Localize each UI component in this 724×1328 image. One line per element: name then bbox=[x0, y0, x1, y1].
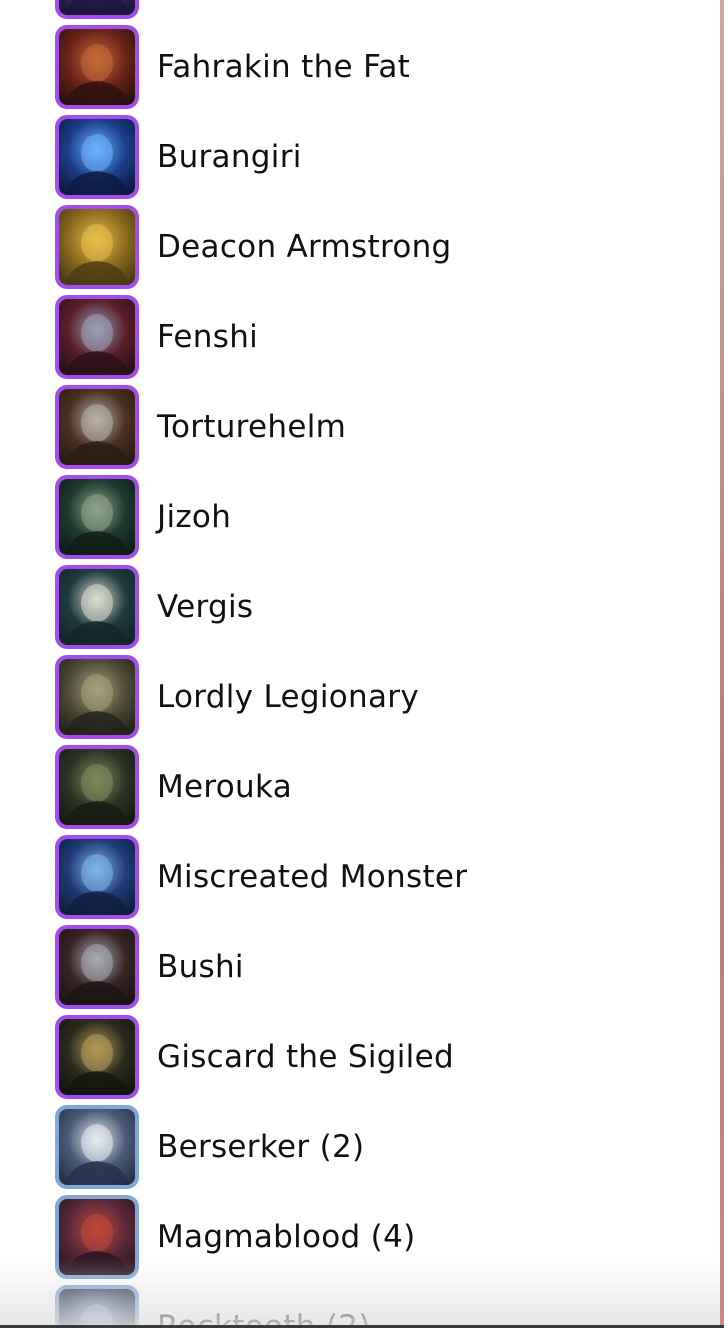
champion-list-item[interactable]: Giscard the Sigiled bbox=[55, 1012, 467, 1102]
champion-list-item[interactable]: Miscreated Monster bbox=[55, 832, 467, 922]
champion-list-item[interactable]: Burangiri bbox=[55, 112, 467, 202]
champion-portrait-icon bbox=[59, 659, 135, 735]
champion-portrait-icon bbox=[59, 479, 135, 555]
window-edge bbox=[720, 0, 724, 1328]
champion-portrait-icon bbox=[59, 1199, 135, 1275]
champion-portrait-icon bbox=[59, 209, 135, 285]
champion-avatar[interactable] bbox=[55, 1015, 139, 1099]
champion-name: Torturehelm bbox=[157, 409, 347, 445]
champion-list-item[interactable]: Vergis bbox=[55, 562, 467, 652]
champion-list-item[interactable]: Torturehelm bbox=[55, 382, 467, 472]
champion-list-viewport[interactable]: Fahrakin the Fat Burangiri Deacon Armstron… bbox=[0, 0, 720, 1328]
champion-portrait-icon bbox=[59, 299, 135, 375]
champion-avatar[interactable] bbox=[55, 565, 139, 649]
champion-portrait-icon bbox=[59, 119, 135, 195]
champion-list-item[interactable]: Bushi bbox=[55, 922, 467, 1012]
champion-avatar[interactable] bbox=[55, 115, 139, 199]
champion-portrait-icon bbox=[59, 0, 135, 15]
champion-name: Merouka bbox=[157, 769, 293, 805]
champion-list-item[interactable]: Lordly Legionary bbox=[55, 652, 467, 742]
champion-avatar[interactable] bbox=[55, 25, 139, 109]
champion-list-item[interactable]: Fenshi bbox=[55, 292, 467, 382]
champion-list-item[interactable]: Berserker (2) bbox=[55, 1102, 467, 1192]
champion-name: Vergis bbox=[157, 589, 254, 625]
champion-list-item[interactable]: Rocktooth (2) bbox=[55, 1282, 467, 1328]
champion-avatar[interactable] bbox=[55, 925, 139, 1009]
champion-avatar[interactable] bbox=[55, 1285, 139, 1328]
champion-avatar[interactable] bbox=[55, 835, 139, 919]
champion-portrait-icon bbox=[59, 749, 135, 825]
champion-name: Jizoh bbox=[157, 499, 232, 535]
champion-avatar[interactable] bbox=[55, 385, 139, 469]
champion-name: Miscreated Monster bbox=[157, 859, 468, 895]
champion-portrait-icon bbox=[59, 929, 135, 1005]
champion-name: Fenshi bbox=[157, 319, 259, 355]
champion-avatar[interactable] bbox=[55, 475, 139, 559]
champion-portrait-icon bbox=[59, 1109, 135, 1185]
champion-portrait-icon bbox=[59, 389, 135, 465]
champion-portrait-icon bbox=[59, 569, 135, 645]
champion-avatar[interactable] bbox=[55, 205, 139, 289]
champion-avatar[interactable] bbox=[55, 745, 139, 829]
champion-name: Berserker (2) bbox=[157, 1129, 365, 1165]
champion-list-item[interactable]: Jizoh bbox=[55, 472, 467, 562]
champion-avatar[interactable] bbox=[55, 1195, 139, 1279]
champion-portrait-icon bbox=[59, 1019, 135, 1095]
champion-name: Deacon Armstrong bbox=[157, 229, 452, 265]
champion-list-item[interactable] bbox=[55, 0, 467, 22]
champion-list-item[interactable]: Merouka bbox=[55, 742, 467, 832]
champion-name: Lordly Legionary bbox=[157, 679, 419, 715]
champion-name: Giscard the Sigiled bbox=[157, 1039, 454, 1075]
champion-list-item[interactable]: Magmablood (4) bbox=[55, 1192, 467, 1282]
champion-name: Fahrakin the Fat bbox=[157, 49, 411, 85]
champion-portrait-icon bbox=[59, 839, 135, 915]
champion-portrait-icon bbox=[59, 29, 135, 105]
champion-avatar[interactable] bbox=[55, 1105, 139, 1189]
champion-list-item[interactable]: Deacon Armstrong bbox=[55, 202, 467, 292]
champion-avatar[interactable] bbox=[55, 295, 139, 379]
champion-list: Fahrakin the Fat Burangiri Deacon Armstron… bbox=[55, 0, 467, 1328]
champion-portrait-icon bbox=[59, 1289, 135, 1328]
champion-name: Bushi bbox=[157, 949, 244, 985]
champion-list-item[interactable]: Fahrakin the Fat bbox=[55, 22, 467, 112]
champion-avatar[interactable] bbox=[55, 655, 139, 739]
champion-name: Magmablood (4) bbox=[157, 1219, 416, 1255]
champion-avatar[interactable] bbox=[55, 0, 139, 19]
champion-name: Burangiri bbox=[157, 139, 302, 175]
